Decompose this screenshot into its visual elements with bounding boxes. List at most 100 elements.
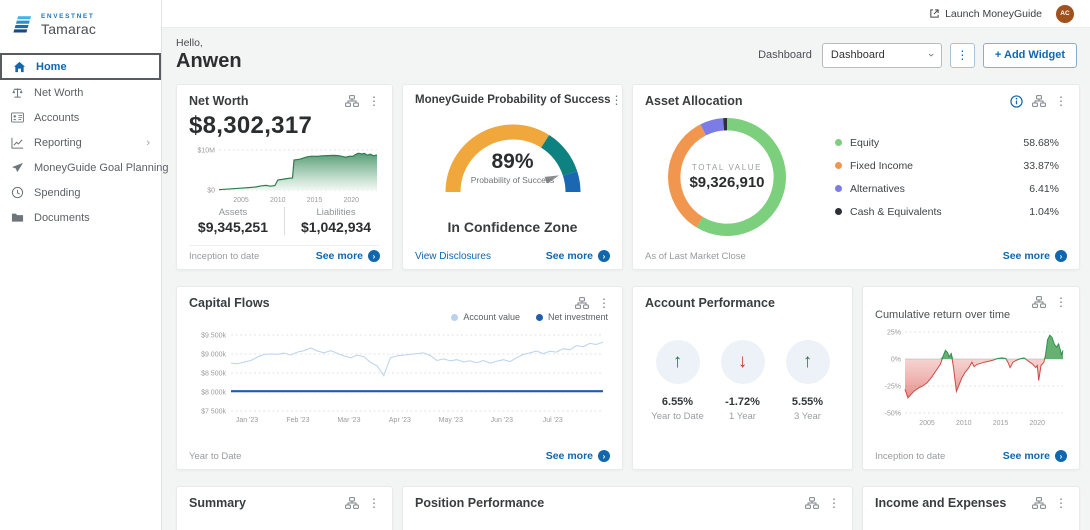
svg-text:2015: 2015	[993, 420, 1009, 427]
widget-summary: Summary ⋮	[176, 486, 393, 530]
svg-text:2020: 2020	[343, 197, 359, 204]
kebab-menu-icon[interactable]: ⋮	[368, 95, 380, 107]
stat-3-year: ↑ 5.55% 3 Year	[778, 340, 838, 422]
see-more-link[interactable]: See more ›	[316, 250, 380, 262]
sitemap-icon[interactable]	[345, 95, 359, 107]
sidebar-nav: Home Net Worth Accounts Reporting › Mone…	[0, 53, 161, 230]
widget-title: Summary	[189, 496, 246, 510]
sidebar-item-documents[interactable]: Documents	[0, 205, 161, 230]
widget-income-and-expenses: Income and Expenses ⋮	[862, 486, 1080, 530]
arrow-circle-icon: ›	[1055, 450, 1067, 462]
see-more-link[interactable]: See more ›	[546, 250, 610, 262]
legend-dot	[835, 185, 842, 192]
kebab-menu-icon[interactable]: ⋮	[611, 94, 623, 106]
asset-allocation-legend: Equity58.68% Fixed Income33.87% Alternat…	[793, 131, 1067, 223]
dashboard-select[interactable]: Dashboard ›	[822, 43, 942, 68]
svg-text:25%: 25%	[887, 330, 901, 337]
kebab-menu-icon[interactable]: ⋮	[1055, 497, 1067, 509]
legend-item: Equity58.68%	[835, 131, 1059, 154]
chevron-right-icon: ›	[146, 137, 150, 149]
probability-gauge: 89% Probability of Success	[428, 108, 598, 215]
dashboard-content: Hello, Anwen Dashboard Dashboard › ⋮ + A…	[162, 28, 1090, 530]
asset-allocation-donut: TOTAL VALUE $9,326,910	[661, 111, 793, 243]
svg-text:-25%: -25%	[885, 384, 901, 391]
divider	[284, 207, 285, 235]
chart-line-icon	[11, 137, 24, 149]
svg-text:2015: 2015	[307, 197, 323, 204]
view-disclosures-link[interactable]: View Disclosures	[415, 251, 491, 262]
info-icon[interactable]	[1010, 95, 1023, 108]
widget-title: Account Performance	[645, 296, 775, 310]
chevron-down-icon: ›	[925, 53, 937, 57]
kebab-menu-icon[interactable]: ⋮	[828, 497, 840, 509]
widget-title: Income and Expenses	[875, 496, 1006, 510]
sidebar-item-home[interactable]: Home	[0, 53, 161, 80]
see-more-link[interactable]: See more ›	[1003, 250, 1067, 262]
sitemap-icon[interactable]	[1032, 296, 1046, 308]
greeting-row: Hello, Anwen Dashboard Dashboard › ⋮ + A…	[176, 37, 1077, 73]
footer-note: Inception to date	[875, 451, 945, 462]
svg-text:Mar '23: Mar '23	[337, 417, 360, 424]
kebab-menu-icon[interactable]: ⋮	[598, 297, 610, 309]
footer-note: Inception to date	[189, 251, 259, 262]
clock-icon	[11, 186, 24, 199]
kebab-menu-icon[interactable]: ⋮	[368, 497, 380, 509]
scales-icon	[11, 87, 24, 99]
widget-net-worth: Net Worth ⋮ $8,302,317 $10M$020052010201…	[176, 84, 393, 270]
greeting-name: Anwen	[176, 50, 242, 73]
sitemap-icon[interactable]	[1032, 95, 1046, 107]
svg-text:2005: 2005	[919, 420, 935, 427]
widget-title: Net Worth	[189, 94, 249, 108]
legend-dot	[835, 162, 842, 169]
svg-text:$8 500k: $8 500k	[201, 371, 226, 378]
paper-plane-icon	[11, 162, 24, 173]
capital-flows-legend: Account value Net investment	[189, 312, 608, 322]
sitemap-icon[interactable]	[1032, 497, 1046, 509]
external-link-icon	[929, 8, 940, 19]
arrow-down-icon: ↓	[721, 340, 765, 384]
brand-logo[interactable]: ENVESTNET Tamarac	[0, 0, 161, 53]
sidebar-item-net-worth[interactable]: Net Worth	[0, 80, 161, 105]
arrow-circle-icon: ›	[368, 250, 380, 262]
legend-item: Alternatives6.41%	[835, 177, 1059, 200]
svg-text:Jan '23: Jan '23	[236, 417, 258, 424]
sitemap-icon[interactable]	[575, 297, 589, 309]
kebab-menu-icon[interactable]: ⋮	[1055, 95, 1067, 107]
kebab-menu-icon[interactable]: ⋮	[1055, 296, 1067, 308]
sidebar-item-label: Net Worth	[34, 87, 83, 99]
gauge-label: Probability of Success	[428, 175, 598, 185]
sidebar-item-label: Spending	[34, 187, 81, 199]
widget-cumulative-return: ⋮ Cumulative return over time	[862, 286, 1080, 470]
liabilities-value: $1,042,934	[301, 219, 371, 235]
see-more-link[interactable]: See more ›	[1003, 450, 1067, 462]
sidebar-item-accounts[interactable]: Accounts	[0, 105, 161, 130]
see-more-link[interactable]: See more ›	[546, 450, 610, 462]
avatar[interactable]: AC	[1056, 5, 1074, 23]
confidence-zone-status: In Confidence Zone	[415, 219, 610, 235]
dashboard-menu-button[interactable]: ⋮	[950, 43, 975, 68]
capital-flows-chart: $9 500k$9 000k$8 500k$8 000k$7 500kJan '…	[189, 323, 611, 431]
svg-text:$7 500k: $7 500k	[201, 409, 226, 416]
widget-title: Position Performance	[415, 496, 544, 510]
add-widget-button[interactable]: + Add Widget	[983, 43, 1077, 68]
sitemap-icon[interactable]	[805, 497, 819, 509]
launch-moneyguide-link[interactable]: Launch MoneyGuide	[929, 8, 1042, 20]
svg-text:Jun '23: Jun '23	[491, 417, 513, 424]
widget-grid: Net Worth ⋮ $8,302,317 $10M$020052010201…	[176, 84, 1077, 530]
sitemap-icon[interactable]	[345, 497, 359, 509]
sidebar-item-spending[interactable]: Spending	[0, 180, 161, 205]
svg-text:2020: 2020	[1029, 420, 1045, 427]
svg-text:May '23: May '23	[439, 417, 463, 424]
sidebar-item-moneyguide-goal-planning[interactable]: MoneyGuide Goal Planning	[0, 155, 161, 180]
sidebar-item-reporting[interactable]: Reporting ›	[0, 130, 161, 155]
sidebar: ENVESTNET Tamarac Home Net Worth Account…	[0, 0, 162, 530]
footer-note: As of Last Market Close	[645, 251, 746, 262]
total-value: $9,326,910	[689, 174, 764, 191]
legend-item: Net investment	[536, 312, 608, 322]
svg-text:Jul '23: Jul '23	[543, 417, 563, 424]
dashboard-select-label: Dashboard	[758, 49, 812, 61]
footer-note: Year to Date	[189, 451, 241, 462]
total-value-label: TOTAL VALUE	[692, 163, 762, 172]
arrow-up-icon: ↑	[786, 340, 830, 384]
gauge-value: 89%	[428, 150, 598, 174]
